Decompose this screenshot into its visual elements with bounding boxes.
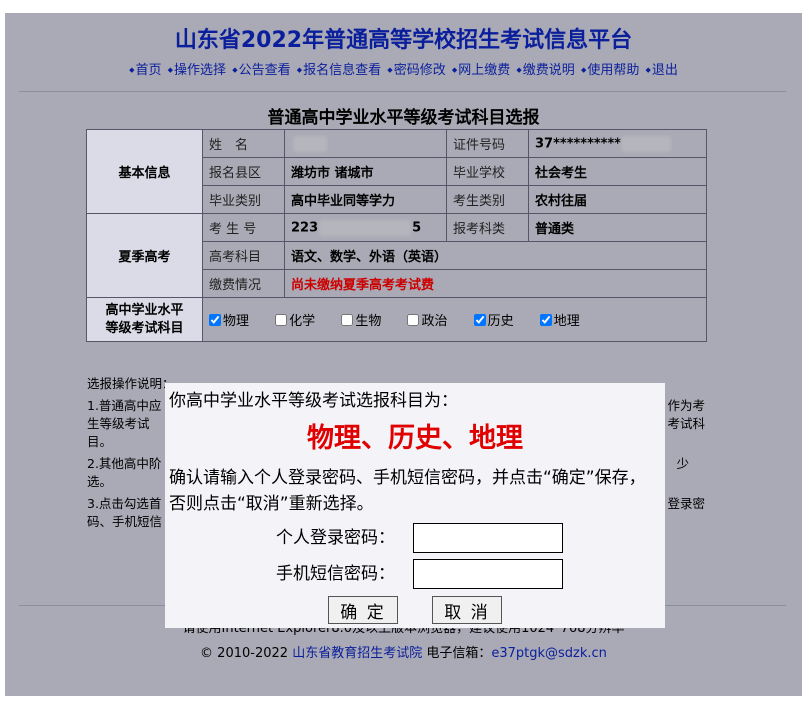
site-title: 山东省2022年普通高等学校招生考试信息平台 [174,28,633,53]
school-label: 毕业学校 [446,157,529,186]
checkbox-physics[interactable] [209,314,221,326]
level-section-line1: 高中学业水平 [105,302,184,318]
confirm-button[interactable]: 确 定 [328,596,398,624]
nav-logout[interactable]: 退出 [645,63,677,78]
subject-biology[interactable]: 生物 [341,310,381,329]
cancel-button[interactable]: 取 消 [432,596,502,624]
sms-password-row: 手机短信密码： [165,559,665,589]
id-label: 证件号码 [446,129,529,158]
dialog-title: 你高中学业水平等级考试选报科目为： [169,391,458,411]
gaokao-subjects-value: 语文、数学、外语（英语） [284,241,707,270]
grad-type-label: 毕业类别 [202,185,285,214]
subject-geography[interactable]: 地理 [539,310,580,329]
email-link[interactable]: e37ptgk@sdzk.cn [491,646,607,661]
section-summer-exam: 夏季高考 [86,213,203,298]
county-label: 报名县区 [202,157,285,186]
name-value [284,129,447,158]
category-value: 普通类 [528,213,707,242]
nav-registration-info[interactable]: 报名信息查看 [297,63,381,78]
school-value: 社会考生 [528,157,707,186]
nav-home[interactable]: 首页 [129,63,161,78]
info-table: 基本信息 姓 名 证件号码 37********** 报名县区 潍坊市 诸城市 … [86,129,707,342]
dialog-description: 确认请输入个人登录密码、手机短信密码，并点击“确定”保存，否则点击“取消”重新选… [169,468,646,514]
exam-type-label: 考生类别 [446,185,529,214]
redacted-id [621,135,672,152]
nav-user-help[interactable]: 使用帮助 [581,63,639,78]
copyright-text: © 2010-2022 [200,646,289,661]
subject-checkboxes: 物理 化学 生物 政治 历史 地理 [202,297,707,342]
header-divider [19,91,786,92]
email-label: 电子信箱： [426,646,492,661]
grad-type-value: 高中毕业同等学力 [284,185,447,214]
selected-subjects: 物理、历史、地理 [307,423,523,454]
form-title: 普通高中学业水平等级考试科目选报 [267,108,540,128]
name-label: 姓 名 [202,129,285,158]
payment-status: 尚未缴纳夏季高考考试费 [284,269,707,298]
subject-chemistry[interactable]: 化学 [275,310,315,329]
login-password-label: 个人登录密码： [276,528,395,548]
checkbox-politics[interactable] [407,314,420,326]
nav-announcements[interactable]: 公告查看 [232,63,290,78]
payment-label: 缴费情况 [202,269,285,298]
redacted-exam-no [319,219,412,236]
login-password-input[interactable] [413,523,563,553]
redacted-name [293,135,327,152]
nav-operation-select[interactable]: 操作选择 [168,63,226,78]
level-section-line2: 等级考试科目 [105,320,184,336]
section-level-exam: 高中学业水平 等级考试科目 [86,297,203,342]
nav-online-payment[interactable]: 网上缴费 [452,63,510,78]
org-link[interactable]: 山东省教育招生考试院 [292,646,422,661]
nav-payment-help[interactable]: 缴费说明 [516,63,574,78]
exam-no-value: 223 5 [284,213,447,242]
top-nav: 首页 操作选择 公告查看 报名信息查看 密码修改 网上缴费 缴费说明 使用帮助 … [5,61,802,80]
gaokao-subjects-label: 高考科目 [202,241,285,270]
checkbox-history[interactable] [473,314,486,326]
subject-history[interactable]: 历史 [473,310,514,329]
sms-password-label: 手机短信密码： [276,564,395,584]
subject-physics[interactable]: 物理 [209,310,249,329]
section-basic-info: 基本信息 [86,129,203,214]
exam-no-label: 考 生 号 [202,213,285,242]
sms-password-input[interactable] [413,559,563,589]
login-password-row: 个人登录密码： [165,523,665,553]
checkbox-biology[interactable] [341,314,354,326]
county-value: 潍坊市 诸城市 [284,157,447,186]
checkbox-chemistry[interactable] [275,314,288,326]
category-label: 报考科类 [446,213,529,242]
copyright-line: © 2010-2022 山东省教育招生考试院 电子信箱：e37ptgk@sdzk… [5,645,802,663]
confirm-dialog: 你高中学业水平等级考试选报科目为： 物理、历史、地理 确认请输入个人登录密码、手… [165,383,665,628]
exam-type-value: 农村往届 [528,185,707,214]
checkbox-geography[interactable] [539,314,552,326]
id-value: 37********** [528,129,707,158]
subject-politics[interactable]: 政治 [407,310,447,329]
nav-change-password[interactable]: 密码修改 [387,63,445,78]
